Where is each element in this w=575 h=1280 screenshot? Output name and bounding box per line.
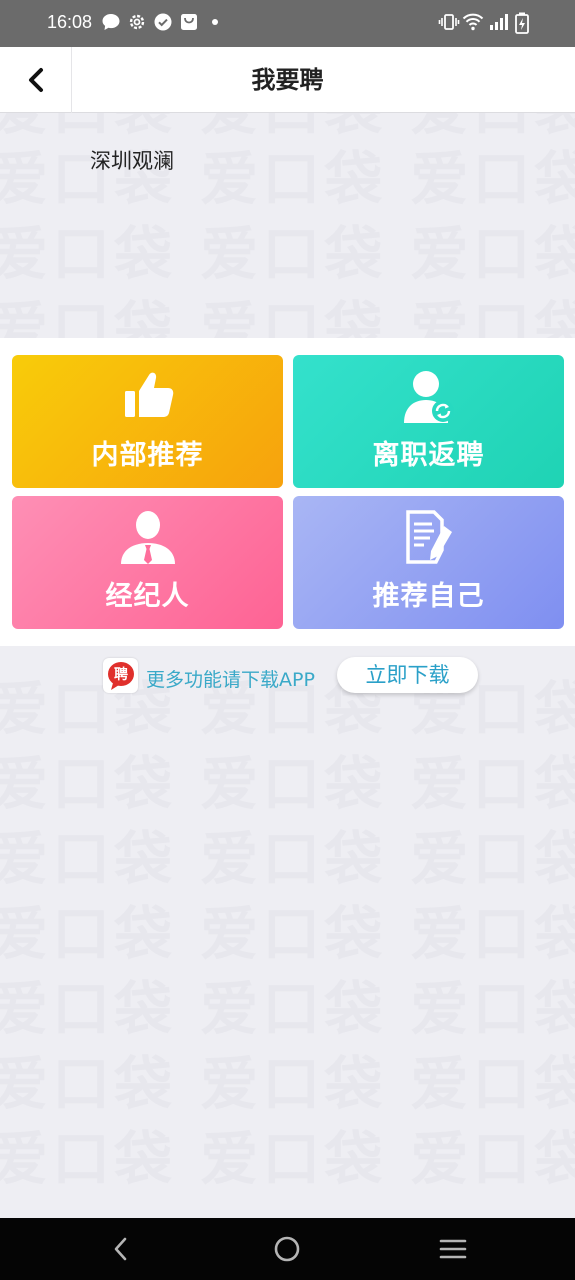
app-logo-char: 聘 (114, 666, 128, 683)
download-prompt: 聘 更多功能请下载APP 立即下载 (0, 656, 575, 700)
title-bar: 我要聘 (0, 47, 575, 113)
app-logo-icon: 聘 (107, 661, 134, 690)
watermark-row: 爱口袋 爱口袋 爱口袋 爱口袋 爱口袋 (0, 825, 575, 893)
tile-label: 推荐自己 (372, 581, 485, 612)
user-tie-icon (120, 511, 175, 564)
document-edit-icon (405, 510, 452, 564)
watermark-row: 爱口袋 爱口袋 爱口袋 爱口袋 爱口袋 (0, 975, 575, 1043)
status-time: 16:08 (47, 12, 93, 32)
watermark-row: 爱口袋 爱口袋 爱口袋 爱口袋 爱口袋 (0, 900, 575, 968)
menu-nav-icon (439, 1239, 467, 1259)
shopping-bag-icon (181, 14, 197, 30)
back-nav-icon (114, 1237, 127, 1261)
wifi-icon (462, 13, 484, 31)
signal-icon (490, 14, 508, 30)
system-nav-bar (0, 1218, 575, 1280)
download-now-button[interactable]: 立即下载 (337, 657, 478, 693)
watermark-row: 爱口袋 爱口袋 爱口袋 爱口袋 爱口袋 (0, 1125, 575, 1193)
self-referral-button[interactable]: 推荐自己 (293, 496, 564, 629)
action-grid: 内部推荐 离职返聘 经纪人 推荐自己 (0, 338, 575, 646)
battery-charging-icon (515, 12, 529, 34)
gear-icon (129, 14, 145, 30)
dot-icon (212, 19, 218, 25)
company-name: 深圳观澜 (90, 149, 174, 173)
page-title: 我要聘 (251, 66, 324, 94)
chat-bubble-icon (102, 14, 120, 30)
internal-referral-button[interactable]: 内部推荐 (12, 355, 283, 488)
tile-label: 离职返聘 (372, 440, 485, 471)
nav-menu-button[interactable] (438, 1234, 468, 1264)
app-logo: 聘 (103, 658, 138, 693)
thumbs-up-icon (124, 372, 173, 417)
company-banner: 深圳观澜 (0, 113, 575, 338)
watermark-row: 爱口袋 爱口袋 爱口袋 爱口袋 爱口袋 (0, 750, 575, 818)
status-bar: 16:08 (0, 0, 575, 47)
nav-back-button[interactable] (106, 1234, 136, 1264)
agent-button[interactable]: 经纪人 (12, 496, 283, 629)
nav-home-button[interactable] (272, 1234, 302, 1264)
download-tip: 更多功能请下载APP (146, 669, 315, 691)
tile-label: 内部推荐 (91, 440, 204, 471)
tile-label: 经纪人 (105, 581, 190, 612)
chevron-left-icon (28, 68, 43, 92)
watermark-row: 爱口袋 爱口袋 爱口袋 爱口袋 爱口袋 (0, 1050, 575, 1118)
back-button[interactable] (0, 47, 72, 113)
check-circle-icon (154, 13, 172, 31)
home-nav-icon (274, 1236, 300, 1262)
vibrate-icon (438, 14, 460, 30)
user-refresh-icon (403, 371, 454, 423)
rehire-button[interactable]: 离职返聘 (293, 355, 564, 488)
